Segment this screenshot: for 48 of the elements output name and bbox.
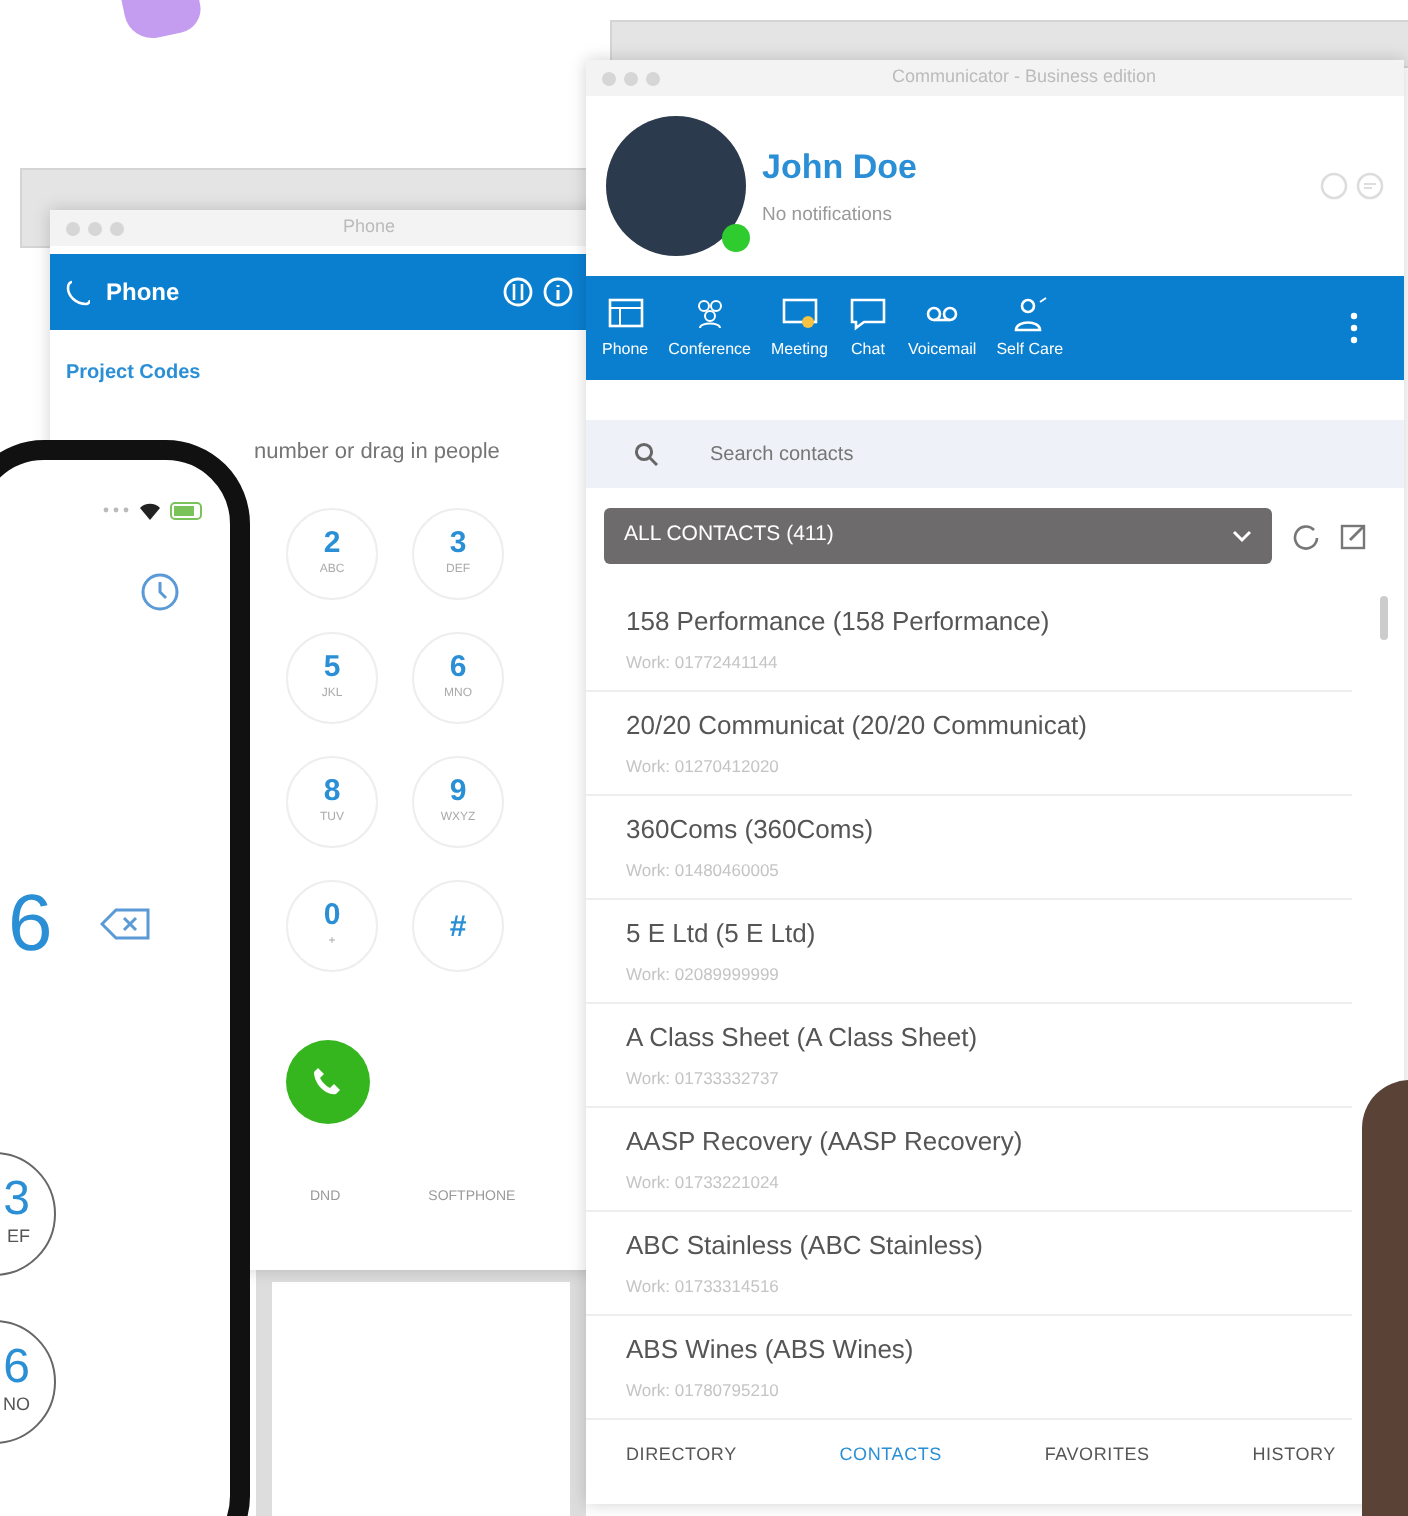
chevron-down-icon (1232, 528, 1252, 544)
user-name: John Doe (762, 146, 917, 191)
window-title: Communicator - Business edition (889, 64, 1159, 91)
contact-row[interactable]: A Class Sheet (A Class Sheet) Work: 01733332737 (586, 1004, 1352, 1108)
dial-key[interactable]: 6 NO (0, 1320, 56, 1444)
contact-row[interactable]: 20/20 Communicat (20/20 Communicat) Work: 01270412020 (586, 692, 1352, 796)
header-title: Phone (106, 276, 180, 310)
dial-key[interactable]: # (412, 880, 504, 972)
toolbar-button[interactable]: Meeting (771, 295, 828, 361)
presence-dot (722, 224, 750, 252)
dialed-number: 6 (8, 884, 53, 964)
contact-row[interactable]: ABC Stainless (ABC Stainless) Work: 01733314516 (586, 1212, 1352, 1316)
user-status: No notifications (762, 201, 894, 230)
signal-icon (102, 506, 130, 514)
chat-bubble-icon (847, 295, 888, 331)
contact-row[interactable]: 5 E Ltd (5 E Ltd) Work: 02089999999 (586, 900, 1352, 1004)
toolbar-button[interactable]: Chat (847, 295, 888, 361)
dial-key[interactable]: 3 EF (0, 1152, 56, 1276)
tab[interactable]: CONTACTS (839, 1442, 942, 1470)
call-button[interactable] (286, 1040, 370, 1124)
tab[interactable]: DIRECTORY (626, 1442, 737, 1470)
monitor-icon (779, 295, 820, 331)
contact-row[interactable]: 158 Performance (158 Performance) Work: 01772441144 (586, 588, 1352, 692)
toolbar-button[interactable]: Phone (602, 295, 649, 361)
toolbar-button[interactable]: Conference (668, 295, 751, 361)
chat-icon[interactable] (1356, 172, 1384, 200)
search-field[interactable]: Search contacts (586, 420, 1404, 488)
contact-row[interactable]: AASP Recovery (AASP Recovery) Work: 01733221024 (586, 1108, 1352, 1212)
more-icon[interactable] (1348, 310, 1360, 346)
section-label: Project Codes (64, 360, 203, 388)
search-icon (634, 442, 658, 466)
filter-dropdown[interactable]: ALL CONTACTS (411) (604, 508, 1272, 564)
window-title: Phone (340, 214, 398, 241)
contact-row[interactable]: ABS Wines (ABS Wines) Work: 01780795210 (586, 1316, 1352, 1420)
clock-icon[interactable] (140, 572, 180, 612)
backspace-icon[interactable] (100, 906, 153, 942)
info-icon[interactable] (542, 276, 574, 308)
toolbar-button[interactable]: Voicemail (907, 295, 977, 361)
contact-row[interactable]: 360Coms (360Coms) Work: 01480460005 (586, 796, 1352, 900)
edit-icon[interactable] (1340, 522, 1368, 550)
scrollbar-thumb (1380, 596, 1388, 640)
battery-icon (170, 501, 206, 519)
wifi-icon (138, 500, 162, 520)
person-icon (1009, 295, 1050, 331)
tab[interactable]: FAVORITES (1044, 1442, 1150, 1470)
refresh-icon[interactable] (1292, 522, 1320, 550)
toolbar-button[interactable]: Self Care (996, 295, 1064, 361)
tab[interactable]: HISTORY (1252, 1442, 1336, 1470)
